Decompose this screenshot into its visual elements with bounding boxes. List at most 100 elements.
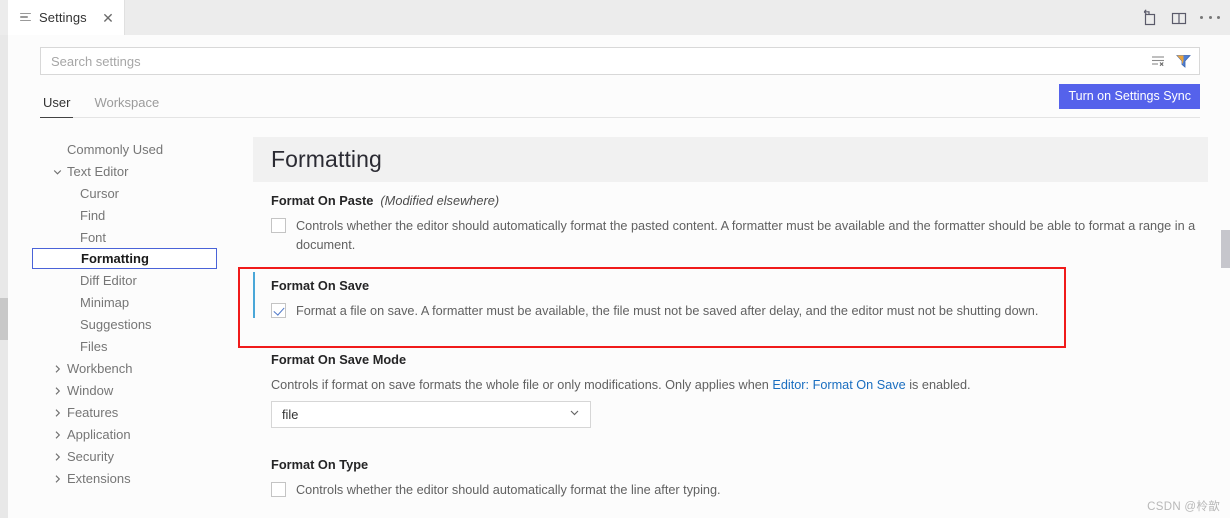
chevron-right-icon <box>52 385 63 396</box>
sidebar-item-label: Find <box>80 207 106 223</box>
sidebar-item-label: Features <box>67 404 119 420</box>
close-icon[interactable]: ✕ <box>100 10 116 26</box>
tab-settings-label: Settings <box>39 10 87 25</box>
setting-title-label: Format On Save Mode <box>271 352 407 367</box>
sidebar-item-label: Formatting <box>81 251 149 266</box>
sidebar-item-label: Window <box>67 382 114 398</box>
clear-settings-search-icon[interactable] <box>1150 53 1167 69</box>
setting-title: Format On Save Mode <box>271 352 1213 367</box>
format-on-type-checkbox[interactable] <box>271 482 286 497</box>
search-actions <box>1150 53 1199 69</box>
sidebar-item-features[interactable]: Features <box>40 401 225 423</box>
sidebar-item-commonly-used[interactable]: Commonly Used <box>40 138 225 160</box>
setting-format-on-save: Format On Save Format a file on save. A … <box>253 264 1213 330</box>
chevron-right-icon <box>52 407 63 418</box>
content-scrollbar-thumb[interactable] <box>1221 230 1230 268</box>
format-on-save-checkbox[interactable] <box>271 303 286 318</box>
sidebar-item-label: Font <box>80 229 107 245</box>
select-value: file <box>282 407 299 422</box>
editor-actions <box>1140 0 1220 35</box>
sidebar-item-text-editor[interactable]: Text Editor <box>40 160 225 182</box>
editor-tab-bar: Settings ✕ <box>0 0 1230 35</box>
sidebar-item-label: Security <box>67 448 114 464</box>
tab-workspace[interactable]: Workspace <box>91 95 162 118</box>
format-on-save-mode-select[interactable]: file <box>271 401 591 428</box>
sidebar-item-suggestions[interactable]: Suggestions <box>40 313 225 335</box>
setting-title-label: Format On Paste <box>271 193 374 208</box>
sidebar-item-security[interactable]: Security <box>40 445 225 467</box>
activity-bar-edge <box>0 0 8 518</box>
content-scrollbar[interactable] <box>1220 165 1230 518</box>
chevron-right-icon <box>52 363 63 374</box>
settings-search-row <box>40 47 1200 75</box>
setting-description-before: Controls if format on save formats the w… <box>271 378 773 392</box>
modified-setting-indicator <box>253 272 255 318</box>
sidebar-item-window[interactable]: Window <box>40 379 225 401</box>
setting-body: Format a file on save. A formatter must … <box>271 302 1213 321</box>
settings-toc: Commonly Used Text Editor Cursor Find Fo… <box>32 130 225 518</box>
sidebar-item-files[interactable]: Files <box>40 335 225 357</box>
setting-description: Controls whether the editor should autom… <box>296 219 1196 252</box>
split-editor-copy-icon[interactable] <box>1140 8 1158 27</box>
sidebar-item-label: Extensions <box>67 470 131 486</box>
setting-title: Format On Type <box>271 457 1213 472</box>
more-actions-icon[interactable] <box>1200 9 1220 27</box>
setting-description: Controls if format on save formats the w… <box>271 376 1171 395</box>
chevron-right-icon <box>52 429 63 440</box>
setting-title-label: Format On Save <box>271 278 370 293</box>
chevron-right-icon <box>52 473 63 484</box>
settings-search-box[interactable] <box>40 47 1200 75</box>
sidebar-item-diff-editor[interactable]: Diff Editor <box>40 269 225 291</box>
sidebar-item-application[interactable]: Application <box>40 423 225 445</box>
sidebar-item-extensions[interactable]: Extensions <box>40 467 225 489</box>
sidebar-item-label: Commonly Used <box>67 141 164 157</box>
sidebar-item-formatting[interactable]: Formatting <box>32 248 217 269</box>
setting-description-link[interactable]: Editor: Format On Save <box>772 378 905 392</box>
sidebar-item-label: Diff Editor <box>80 272 137 288</box>
sidebar-item-label: Suggestions <box>80 316 152 332</box>
setting-format-on-save-mode: Format On Save Mode Controls if format o… <box>253 330 1213 437</box>
sidebar-item-label: Files <box>80 338 108 354</box>
setting-format-on-paste: Format On Paste (Modified elsewhere) Con… <box>253 182 1213 264</box>
split-editor-icon[interactable] <box>1170 9 1188 27</box>
setting-title-label: Format On Type <box>271 457 369 472</box>
settings-content-pane: Formatting Format On Paste (Modified els… <box>233 130 1230 518</box>
activity-bar-scroll-thumb[interactable] <box>0 298 8 340</box>
sidebar-item-cursor[interactable]: Cursor <box>40 182 225 204</box>
chevron-down-icon <box>52 166 63 177</box>
settings-list-icon <box>19 11 33 25</box>
page-title: Formatting <box>271 146 382 172</box>
sidebar-item-label: Workbench <box>67 360 133 376</box>
filter-settings-icon[interactable] <box>1175 53 1192 69</box>
sidebar-item-workbench[interactable]: Workbench <box>40 357 225 379</box>
setting-description-after: is enabled. <box>905 378 971 392</box>
tab-user[interactable]: User <box>40 95 74 118</box>
sidebar-item-label: Application <box>67 426 131 442</box>
search-input[interactable] <box>41 53 1150 69</box>
setting-format-on-type: Format On Type Controls whether the edit… <box>253 437 1213 509</box>
sidebar-item-label: Text Editor <box>67 163 129 179</box>
setting-title: Format On Paste (Modified elsewhere) <box>271 193 1213 208</box>
settings-scope-tabs: User Workspace Turn on Settings Sync <box>40 83 1200 118</box>
setting-body: Controls whether the editor should autom… <box>271 481 1213 500</box>
settings-list: Format On Paste (Modified elsewhere) Con… <box>253 182 1213 509</box>
setting-modified-note: (Modified elsewhere) <box>380 193 500 208</box>
sidebar-item-find[interactable]: Find <box>40 204 225 226</box>
setting-title: Format On Save <box>271 278 1213 293</box>
turn-on-settings-sync-button[interactable]: Turn on Settings Sync <box>1059 83 1200 109</box>
setting-description: Format a file on save. A formatter must … <box>296 304 1039 318</box>
watermark: CSDN @柃歆 <box>1147 501 1220 513</box>
setting-description: Controls whether the editor should autom… <box>296 483 721 497</box>
settings-group-header: Formatting <box>253 137 1208 182</box>
chevron-down-icon <box>568 406 581 424</box>
settings-editor: User Workspace Turn on Settings Sync Com… <box>8 35 1230 518</box>
chevron-right-icon <box>52 451 63 462</box>
format-on-paste-checkbox[interactable] <box>271 218 286 233</box>
settings-editor-window: Settings ✕ Search settings User Workspac… <box>0 0 1230 518</box>
tab-settings[interactable]: Settings ✕ <box>8 0 125 35</box>
setting-body: Controls whether the editor should autom… <box>271 217 1213 255</box>
sidebar-item-label: Cursor <box>80 185 120 201</box>
sidebar-item-label: Minimap <box>80 294 130 310</box>
sidebar-item-font[interactable]: Font <box>40 226 225 248</box>
sidebar-item-minimap[interactable]: Minimap <box>40 291 225 313</box>
